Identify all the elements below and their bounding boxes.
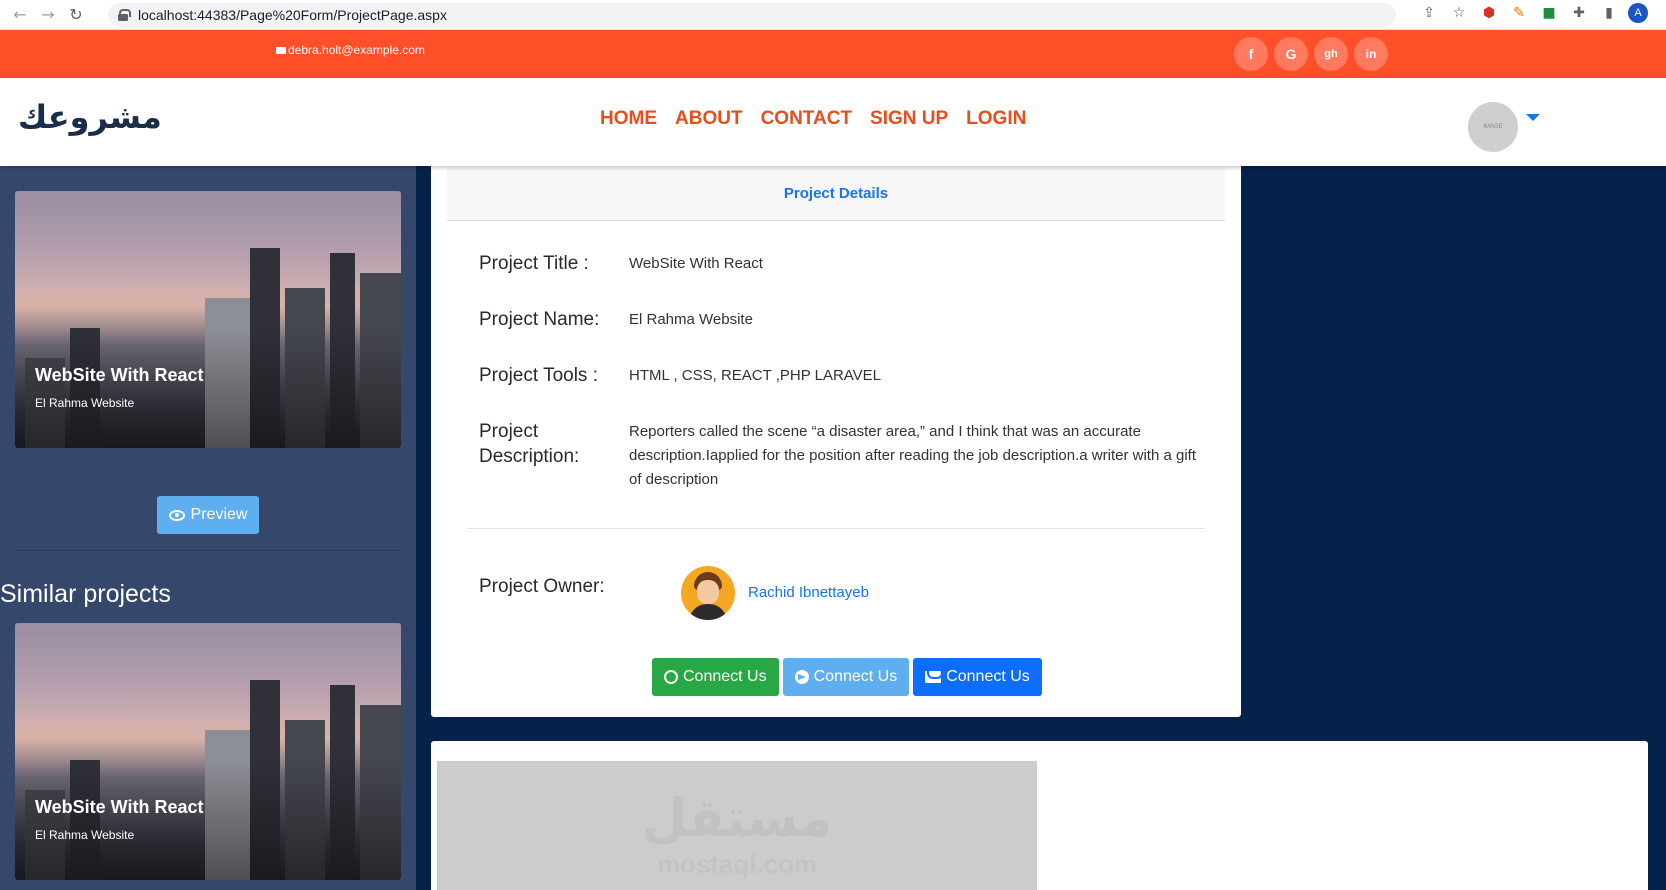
detail-value: Reporters called the scene “a disaster a… <box>629 423 1196 488</box>
sidebar: WebSite With React El Rahma Website Prev… <box>0 166 416 890</box>
github-icon[interactable]: gh <box>1314 37 1348 71</box>
detail-row-name: Project Name: El Rahma Website <box>479 307 1209 332</box>
star-icon[interactable]: ☆ <box>1448 2 1470 24</box>
card-subtitle: El Rahma Website <box>35 828 135 842</box>
card-title: WebSite With React <box>35 797 204 817</box>
nav-about[interactable]: ABOUT <box>675 108 743 130</box>
detail-label: Project Name: <box>479 309 600 330</box>
project-card[interactable]: WebSite With React El Rahma Website <box>15 623 401 880</box>
watermark-english: mostaql.com <box>656 849 818 879</box>
image-placeholder: مستقل mostaql.com <box>437 761 1037 890</box>
chevron-down-icon[interactable] <box>1526 114 1540 121</box>
sidepanel-icon[interactable]: ▮ <box>1598 2 1620 24</box>
whatsapp-icon <box>664 670 678 684</box>
owner-name-link[interactable]: Rachid Ibnettayeb <box>748 584 869 601</box>
detail-label: Project Description: <box>479 421 580 467</box>
detail-label: Project Tools : <box>479 365 598 386</box>
browser-toolbar: ← → ↻ localhost:44383/Page%20Form/Projec… <box>0 0 1666 30</box>
lock-icon <box>118 9 131 21</box>
site-logo[interactable]: مشروعك <box>18 98 162 136</box>
avatar-body <box>689 604 727 620</box>
card-header: Project Details <box>447 166 1225 221</box>
envelope-icon <box>276 46 286 54</box>
detail-value: El Rahma Website <box>629 311 753 328</box>
nav-contact[interactable]: CONTACT <box>761 108 852 130</box>
logo-part-2: وعك <box>18 98 90 136</box>
nav-signup[interactable]: SIGN UP <box>870 108 948 130</box>
google-icon[interactable]: G <box>1274 37 1308 71</box>
telegram-connect-button[interactable]: Connect Us <box>782 658 910 696</box>
button-label: Connect Us <box>683 668 767 685</box>
user-avatar[interactable]: IMAGE <box>1468 102 1518 152</box>
card-shade <box>15 760 401 880</box>
telegram-icon <box>794 670 809 684</box>
main-navbar: مشروعك HOME ABOUT CONTACT SIGN UP LOGIN … <box>0 78 1666 166</box>
contact-email[interactable]: debra.holt@example.com <box>276 43 425 57</box>
divider <box>15 550 401 551</box>
detail-value: HTML , CSS, REACT ,PHP LARAVEL <box>629 367 882 384</box>
extension-dropper-icon[interactable]: ✎ <box>1508 2 1530 24</box>
forward-icon[interactable]: → <box>34 1 62 29</box>
card-shade <box>15 328 401 448</box>
project-details-card: Project Details Project Title : WebSite … <box>431 166 1241 717</box>
reload-icon[interactable]: ↻ <box>62 1 90 29</box>
detail-row-description: Project Description: Reporters called th… <box>479 419 1209 492</box>
preview-button[interactable]: Preview <box>157 496 259 534</box>
profile-avatar[interactable]: A <box>1628 3 1648 23</box>
facebook-icon[interactable]: f <box>1234 37 1268 71</box>
divider <box>467 528 1205 529</box>
puzzle-icon[interactable]: ✚ <box>1568 2 1590 24</box>
nav-home[interactable]: HOME <box>600 108 657 130</box>
watermark-arabic: مستقل <box>641 789 833 849</box>
email-connect-button[interactable]: Connect Us <box>913 658 1042 696</box>
detail-value: WebSite With React <box>629 255 763 272</box>
detail-label: Project Owner: <box>479 576 605 597</box>
email-text: debra.holt@example.com <box>288 43 425 57</box>
detail-row-title: Project Title : WebSite With React <box>479 251 1209 276</box>
extension-green-icon[interactable]: ■ <box>1538 2 1560 24</box>
social-links: f G gh in <box>1234 37 1388 71</box>
button-label: Connect Us <box>946 668 1030 685</box>
bottom-card: مستقل mostaql.com <box>431 741 1648 890</box>
button-label: Connect Us <box>813 668 898 685</box>
card-title: WebSite With React <box>35 365 204 385</box>
avatar-face <box>697 580 719 604</box>
address-bar[interactable]: localhost:44383/Page%20Form/ProjectPage.… <box>108 3 1396 27</box>
eye-icon <box>168 509 185 521</box>
linkedin-icon[interactable]: in <box>1354 37 1388 71</box>
logo-part-1: مشر <box>89 98 162 136</box>
preview-label: Preview <box>190 506 248 523</box>
detail-row-owner: Project Owner: <box>479 574 629 599</box>
browser-extensions: ⇪ ☆ ⬢ ✎ ■ ✚ ▮ A <box>1418 2 1648 24</box>
nav-login[interactable]: LOGIN <box>966 108 1026 130</box>
main-menu: HOME ABOUT CONTACT SIGN UP LOGIN <box>600 108 1026 130</box>
card-subtitle: El Rahma Website <box>35 396 135 410</box>
detail-label: Project Title : <box>479 253 589 274</box>
owner-avatar[interactable] <box>681 566 735 620</box>
detail-row-tools: Project Tools : HTML , CSS, REACT ,PHP L… <box>479 363 1209 388</box>
similar-projects-heading: Similar projects <box>0 580 171 608</box>
back-icon[interactable]: ← <box>6 1 34 29</box>
envelope-icon <box>925 671 942 683</box>
contact-buttons: Connect Us Connect Us Connect Us <box>652 658 1042 696</box>
project-card[interactable]: WebSite With React El Rahma Website <box>15 191 401 448</box>
share-icon[interactable]: ⇪ <box>1418 2 1440 24</box>
url-text: localhost:44383/Page%20Form/ProjectPage.… <box>138 7 447 23</box>
top-info-bar: debra.holt@example.com f G gh in <box>0 30 1666 78</box>
extension-stop-icon[interactable]: ⬢ <box>1478 2 1500 24</box>
whatsapp-connect-button[interactable]: Connect Us <box>652 658 779 696</box>
